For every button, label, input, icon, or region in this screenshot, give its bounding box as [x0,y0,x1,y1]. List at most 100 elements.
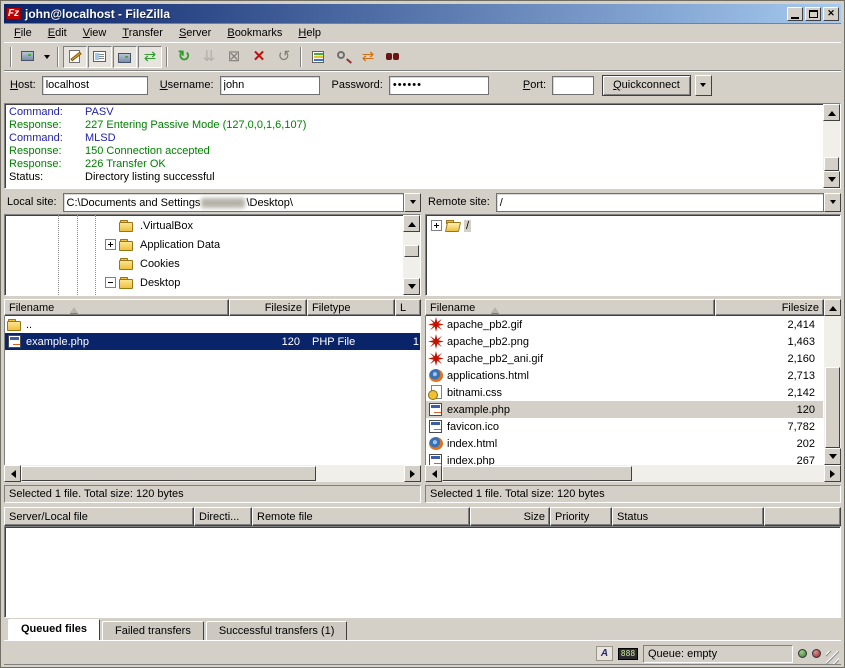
scroll-left-button[interactable] [425,465,442,482]
expand-icon[interactable] [431,220,442,231]
queue-column-status[interactable]: Status [612,507,764,526]
file-row[interactable]: bitnami.css2,142 [426,384,823,401]
remote-vertical-scrollbar[interactable] [824,299,841,465]
scroll-right-button[interactable] [404,465,421,482]
menu-file[interactable]: File [6,25,40,41]
column-header-filename[interactable]: Filename [4,299,229,316]
column-header-filetype[interactable]: Filetype [307,299,395,316]
file-row[interactable]: apache_pb2.gif2,414 [426,316,823,333]
menu-help[interactable]: Help [290,25,329,41]
directory-filter-button[interactable] [306,46,330,68]
tab-queued-files[interactable]: Queued files [8,619,100,640]
scrollbar-thumb[interactable] [442,466,632,481]
refresh-button[interactable]: ↻ [172,46,196,68]
local-path-combo[interactable]: C:\Documents and Settings\Desktop\ [63,193,404,212]
menu-view[interactable]: View [75,25,115,41]
column-header-filesize[interactable]: Filesize [715,299,824,316]
toggle-local-tree-button[interactable] [88,46,112,68]
toggle-remote-tree-button[interactable] [113,46,137,68]
column-header-filesize[interactable]: Filesize [229,299,307,316]
scroll-up-button[interactable] [823,104,840,121]
reconnect-button[interactable]: ↺ [272,46,296,68]
username-input[interactable] [220,76,320,95]
tree-item[interactable]: Application Data [5,235,403,254]
scrollbar-thumb[interactable] [824,157,839,171]
column-header-lastmodified[interactable]: L [395,299,421,316]
toolbar-separator [10,47,12,67]
file-row-selected[interactable]: example.php 120 PHP File 1 [5,333,420,350]
scroll-left-button[interactable] [4,465,21,482]
queue-column-remote-file[interactable]: Remote file [252,507,470,526]
quickconnect-dropdown[interactable] [695,75,712,96]
scrollbar-thumb[interactable] [404,245,419,257]
tree-item-label: / [464,220,471,232]
file-name: example.php [26,336,89,348]
file-row[interactable]: .. [5,316,420,333]
file-row[interactable]: favicon.ico7,782 [426,418,823,435]
file-row-selected[interactable]: example.php120 [426,401,823,418]
compare-icon [335,49,351,65]
log-label: Command: [9,132,85,145]
remote-selection-status: Selected 1 file. Total size: 120 bytes [425,485,841,503]
synchronized-browsing-button[interactable]: ⇄ [356,46,380,68]
tab-failed-transfers[interactable]: Failed transfers [102,621,204,640]
expand-icon[interactable] [105,239,116,250]
minimize-button[interactable] [787,7,803,21]
menu-server[interactable]: Server [171,25,219,41]
tree-item[interactable]: .VirtualBox [5,216,403,235]
title-bar[interactable]: Fz john@localhost - FileZilla ✕ [4,4,841,23]
menu-bookmarks[interactable]: Bookmarks [219,25,290,41]
remote-path-combo[interactable]: / [496,193,824,212]
file-row[interactable]: applications.html2,713 [426,367,823,384]
toggle-message-log-button[interactable] [63,46,87,68]
remote-horizontal-scrollbar[interactable] [425,465,841,482]
scrollbar-thumb[interactable] [825,367,840,448]
quickconnect-button[interactable]: Quickconnect [602,75,691,96]
tree-item[interactable]: Desktop [5,273,403,292]
port-input[interactable] [552,76,594,95]
file-row[interactable]: apache_pb2_ani.gif2,160 [426,350,823,367]
process-queue-button[interactable]: ⇊ [197,46,221,68]
apache-file-icon [428,351,444,366]
local-path-dropdown[interactable] [404,193,421,212]
resize-grip[interactable] [826,651,839,664]
site-manager-dropdown[interactable] [41,46,53,68]
directory-compare-button[interactable] [331,46,355,68]
scroll-right-button[interactable] [824,465,841,482]
maximize-button[interactable] [805,7,821,21]
queue-column-direction[interactable]: Directi... [194,507,252,526]
queue-column-local-file[interactable]: Server/Local file [4,507,194,526]
disconnect-button[interactable]: ✕ [247,46,271,68]
scroll-up-button[interactable] [824,299,841,316]
tree-item[interactable]: / [426,216,840,235]
queue-list[interactable] [4,526,841,618]
scroll-down-button[interactable] [823,171,840,188]
file-row[interactable]: index.php267 [426,452,823,465]
log-vertical-scrollbar[interactable] [823,104,840,188]
queue-column-size[interactable]: Size [470,507,550,526]
find-files-button[interactable] [381,46,405,68]
folder-icon [119,218,135,233]
host-input[interactable] [42,76,148,95]
column-header-filename[interactable]: Filename [425,299,715,316]
remote-path-dropdown[interactable] [824,193,841,212]
collapse-icon[interactable] [105,277,116,288]
scroll-down-button[interactable] [824,448,841,465]
file-row[interactable]: index.html202 [426,435,823,452]
cancel-operation-button[interactable]: ⊠ [222,46,246,68]
scrollbar-thumb[interactable] [21,466,316,481]
local-tree-scrollbar[interactable] [403,215,420,295]
file-row[interactable]: apache_pb2.png1,463 [426,333,823,350]
menu-edit[interactable]: Edit [40,25,75,41]
tree-item[interactable]: Cookies [5,254,403,273]
menu-transfer[interactable]: Transfer [114,25,171,41]
toggle-queue-button[interactable]: ⇄ [138,46,162,68]
site-manager-button[interactable] [16,46,40,68]
scroll-down-button[interactable] [403,278,420,295]
tab-successful-transfers[interactable]: Successful transfers (1) [206,621,348,640]
scroll-up-button[interactable] [403,215,420,232]
local-horizontal-scrollbar[interactable] [4,465,421,482]
queue-column-priority[interactable]: Priority [550,507,612,526]
close-button[interactable]: ✕ [823,7,839,21]
password-input[interactable] [389,76,489,95]
